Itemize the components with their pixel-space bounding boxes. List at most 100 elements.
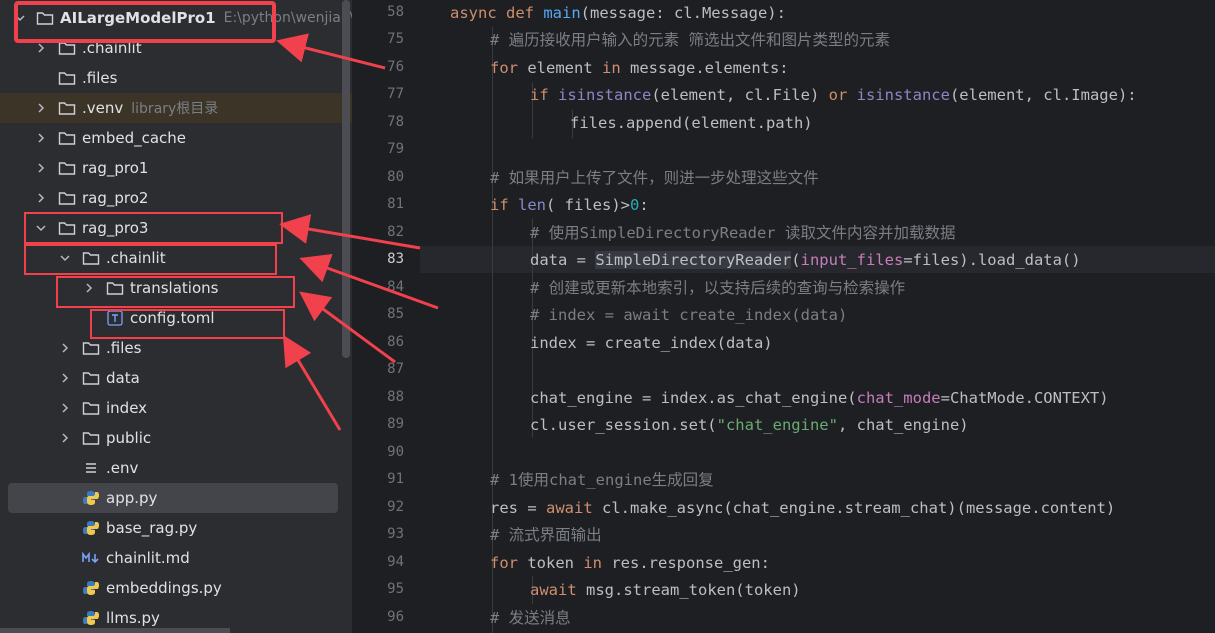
tree-item-label: chainlit.md xyxy=(106,549,190,567)
library-root-note: library根目录 xyxy=(131,101,219,117)
folder-icon xyxy=(82,430,100,446)
line-number: 93 xyxy=(387,526,404,542)
line-number: 87 xyxy=(387,361,404,377)
line-number: 84 xyxy=(387,279,404,295)
code-line-89: cl.user_session.set("chat_engine", chat_… xyxy=(530,416,969,434)
chevron-right-icon[interactable] xyxy=(58,431,72,445)
line-number: 76 xyxy=(387,59,404,75)
code-line-95: await msg.stream_token(token) xyxy=(530,581,801,599)
tree-item-rag-pro2[interactable]: rag_pro2 xyxy=(0,183,352,213)
folder-icon xyxy=(82,370,100,386)
tree-item-label: index xyxy=(106,399,148,417)
tree-item-rag-pro1[interactable]: rag_pro1 xyxy=(0,153,352,183)
annotation-box-translations xyxy=(56,276,295,308)
tree-item-label: .env xyxy=(106,459,139,477)
tree-item-files[interactable]: .files xyxy=(0,63,352,93)
line-number: 88 xyxy=(387,389,404,405)
tree-item-label: embed_cache xyxy=(82,129,187,147)
folder-icon xyxy=(58,190,76,206)
line-number-current: 83 xyxy=(387,251,404,267)
tree-item-public[interactable]: public xyxy=(0,423,352,453)
tree-item-label: rag_pro1 xyxy=(82,159,149,177)
line-number: 96 xyxy=(387,609,404,625)
code-line-83: data = SimpleDirectoryReader(input_files… xyxy=(530,251,1081,269)
code-line-58: async def main(message: cl.Message): xyxy=(450,4,786,22)
chevron-right-icon[interactable] xyxy=(58,371,72,385)
line-number: 95 xyxy=(387,581,404,597)
tree-horizontal-scrollbar[interactable] xyxy=(0,628,230,633)
python-file-icon xyxy=(82,520,100,536)
line-number: 90 xyxy=(387,444,404,460)
line-number: 91 xyxy=(387,471,404,487)
code-line-88: chat_engine = index.as_chat_engine(chat_… xyxy=(530,389,1109,407)
folder-icon xyxy=(58,100,76,116)
code-line-96: # 发送消息 xyxy=(490,609,571,627)
line-number: 79 xyxy=(387,141,404,157)
code-line-84: # 创建或更新本地索引，以支持后续的查询与检索操作 xyxy=(530,279,906,297)
tree-item-label: .venv xyxy=(82,99,124,117)
annotation-box-rag-pro3 xyxy=(24,212,283,244)
code-line-75: # 遍历接收用户输入的元素 筛选出文件和图片类型的元素 xyxy=(490,31,890,49)
code-line-76: for element in message.elements: xyxy=(490,59,789,77)
tree-item-chainlit-md[interactable]: chainlit.md xyxy=(0,543,352,573)
code-line-80: # 如果用户上传了文件，则进一步处理这些文件 xyxy=(490,169,819,187)
code-line-85: # index = await create_index(data) xyxy=(530,306,848,324)
tree-item-label: data xyxy=(106,369,140,387)
python-file-icon xyxy=(82,580,100,596)
line-number: 89 xyxy=(387,416,404,432)
folder-icon xyxy=(58,160,76,176)
tree-item-label: public xyxy=(106,429,152,447)
line-number: 78 xyxy=(387,114,404,130)
line-number-gutter: 58 75 76 77 78 79 80 81 82 83 84 85 86 8… xyxy=(354,0,420,633)
line-number: 80 xyxy=(387,169,404,185)
chevron-right-icon[interactable] xyxy=(34,191,48,205)
line-number: 86 xyxy=(387,334,404,350)
folder-icon xyxy=(58,70,76,86)
folder-icon xyxy=(82,400,100,416)
markdown-file-icon xyxy=(82,550,100,566)
code-line-92: res = await cl.make_async(chat_engine.st… xyxy=(490,499,1116,517)
code-line-94: for token in res.response_gen: xyxy=(490,554,770,572)
line-number: 85 xyxy=(387,306,404,322)
annotation-box-config-toml xyxy=(90,309,285,339)
code-line-77: if isinstance(element, cl.File) or isins… xyxy=(530,86,1137,104)
code-line-82: # 使用SimpleDirectoryReader 读取文件内容并加载数据 xyxy=(530,224,956,242)
tree-item-label: app.py xyxy=(106,489,158,507)
code-line-78: files.append(element.path) xyxy=(570,114,813,132)
python-file-icon xyxy=(82,490,100,506)
annotation-box-chainlit xyxy=(24,244,277,275)
tree-item-label: rag_pro2 xyxy=(82,189,149,207)
line-number: 94 xyxy=(387,554,404,570)
line-number: 92 xyxy=(387,499,404,515)
tree-item-data[interactable]: data xyxy=(0,363,352,393)
tree-item-label: .files xyxy=(106,339,142,357)
chevron-right-icon[interactable] xyxy=(34,41,48,55)
annotation-box-project-root xyxy=(14,1,276,43)
tree-item-base-rag-py[interactable]: base_rag.py xyxy=(0,513,352,543)
python-file-icon xyxy=(82,610,100,626)
tree-item-embed-cache[interactable]: embed_cache xyxy=(0,123,352,153)
tree-item-label: embeddings.py xyxy=(106,579,222,597)
code-editor[interactable]: async def main(message: cl.Message): # 遍… xyxy=(420,0,1215,633)
line-number: 58 xyxy=(387,4,404,20)
chevron-right-icon[interactable] xyxy=(58,401,72,415)
line-number: 77 xyxy=(387,86,404,102)
tree-item-env[interactable]: .env xyxy=(0,453,352,483)
tree-item-embeddings-py[interactable]: embeddings.py xyxy=(0,573,352,603)
chevron-right-icon[interactable] xyxy=(34,101,48,115)
code-line-91: # 1使用chat_engine生成回复 xyxy=(490,471,714,489)
tree-item-app-py[interactable]: app.py xyxy=(8,483,338,513)
tree-item-label: base_rag.py xyxy=(106,519,198,537)
code-line-93: # 流式界面输出 xyxy=(490,526,602,544)
chevron-right-icon[interactable] xyxy=(58,341,72,355)
code-line-86: index = create_index(data) xyxy=(530,334,773,352)
tree-vertical-scrollbar[interactable] xyxy=(342,0,350,358)
chevron-right-icon[interactable] xyxy=(34,131,48,145)
chevron-right-icon[interactable] xyxy=(34,161,48,175)
tree-item-label: .files xyxy=(82,69,118,87)
line-number: 82 xyxy=(387,224,404,240)
tree-item-index[interactable]: index xyxy=(0,393,352,423)
line-number: 81 xyxy=(387,196,404,212)
tree-item-venv[interactable]: .venv library根目录 xyxy=(0,93,352,123)
folder-icon xyxy=(82,340,100,356)
